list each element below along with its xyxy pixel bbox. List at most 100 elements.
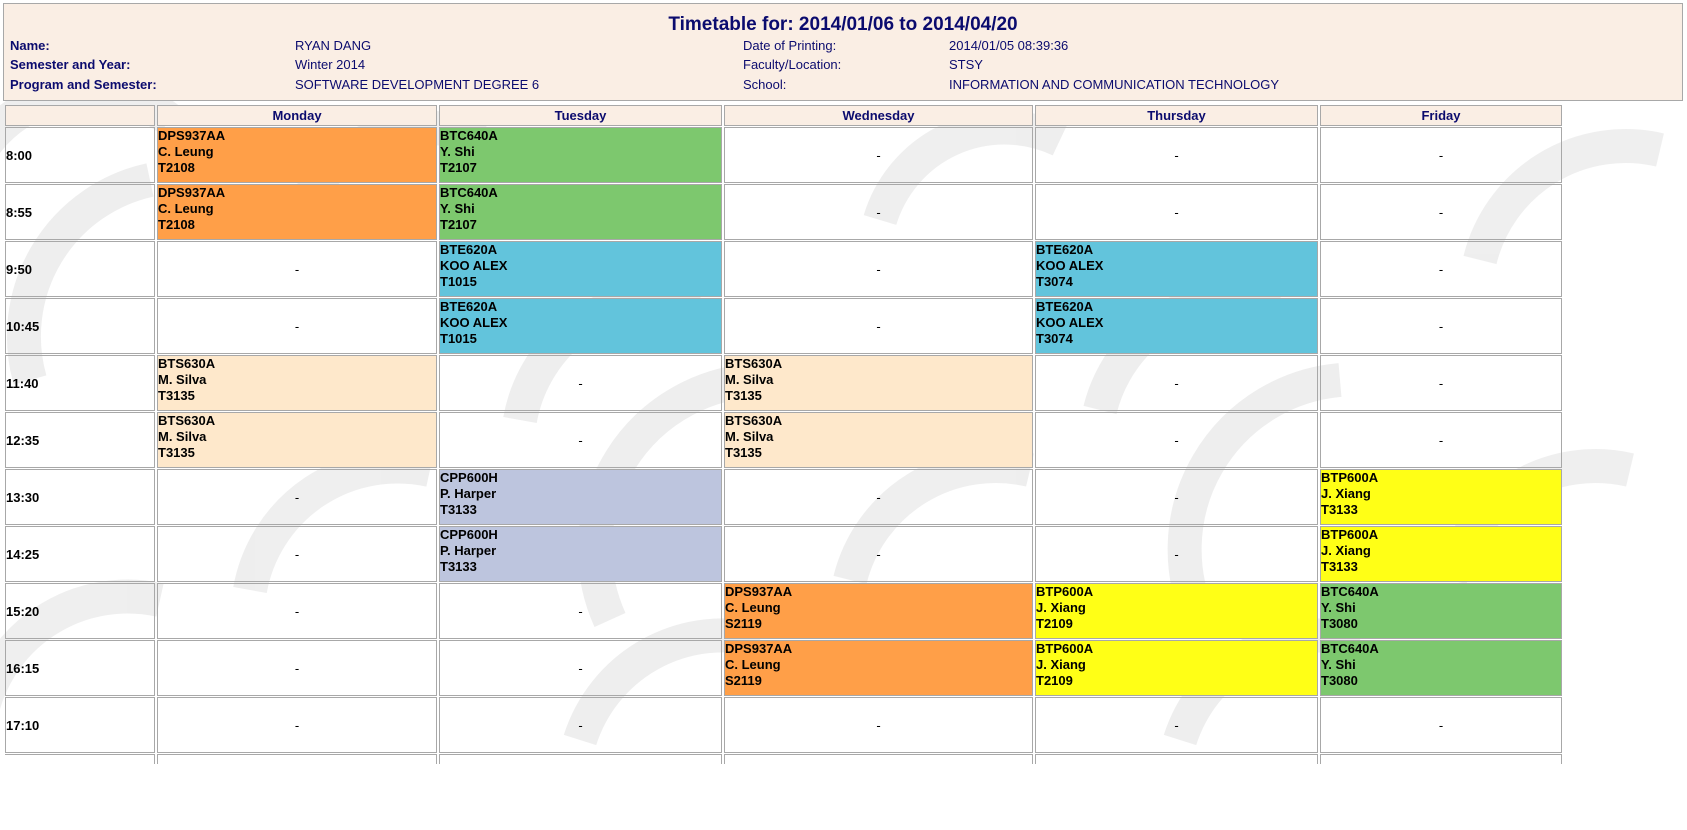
- empty-slot-thursday: -: [1035, 469, 1318, 525]
- semester-value: Winter 2014: [295, 57, 366, 72]
- class-block-tuesday[interactable]: CPP600H P. Harper T3133: [439, 469, 722, 525]
- instructor-name: J. Xiang: [1036, 657, 1086, 672]
- course-code: BTC640A: [1321, 641, 1379, 656]
- day-header-friday: Friday: [1320, 105, 1562, 126]
- time-slot-row: 16:15- - DPS937AA C. Leung S2119 BTP600A J. Xi…: [5, 640, 1562, 696]
- room-number: T3074: [1036, 331, 1073, 346]
- time-label: 8:55: [5, 184, 155, 240]
- course-code: BTS630A: [158, 413, 216, 428]
- empty-slot-monday: -: [157, 469, 437, 525]
- empty-slot-monday: -: [157, 583, 437, 639]
- course-code: CPP600H: [440, 470, 498, 485]
- class-block-friday[interactable]: BTP600A J. Xiang T3133: [1320, 526, 1562, 582]
- time-slot-row: 15:20- - DPS937AA C. Leung S2119 BTP600A J. Xi…: [5, 583, 1562, 639]
- empty-slot-monday: -: [157, 640, 437, 696]
- day-header-wednesday: Wednesday: [724, 105, 1033, 126]
- room-number: T2108: [158, 217, 195, 232]
- time-slot-row: 10:45- BTE620A KOO ALEX T1015- BTE620A KOO AL…: [5, 298, 1562, 354]
- class-block-friday[interactable]: BTC640A Y. Shi T3080: [1320, 583, 1562, 639]
- empty-slot-wednesday: -: [724, 241, 1033, 297]
- class-block-wednesday[interactable]: BTS630A M. Silva T3135: [724, 412, 1033, 468]
- time-label: 8:00: [5, 127, 155, 183]
- class-block-tuesday[interactable]: BTE620A KOO ALEX T1015: [439, 298, 722, 354]
- day-header-tuesday: Tuesday: [439, 105, 722, 126]
- class-block-tuesday[interactable]: CPP600H P. Harper T3133: [439, 526, 722, 582]
- time-slot-row: 13:30- CPP600H P. Harper T3133- - BTP600A J. X…: [5, 469, 1562, 525]
- instructor-name: C. Leung: [158, 144, 214, 159]
- class-block-friday[interactable]: BTC640A Y. Shi T3080: [1320, 640, 1562, 696]
- time-slot-row: 11:40 BTS630A M. Silva T3135- BTS630A M. Silv…: [5, 355, 1562, 411]
- empty-slot-friday: -: [1320, 355, 1562, 411]
- course-code: BTP600A: [1321, 470, 1379, 485]
- class-block-monday[interactable]: BTS630A M. Silva T3135: [157, 412, 437, 468]
- class-block-wednesday[interactable]: DPS937AA C. Leung S2119: [724, 583, 1033, 639]
- room-number: T3135: [725, 388, 762, 403]
- class-block-tuesday[interactable]: BTE620A KOO ALEX T1015: [439, 241, 722, 297]
- room-number: T3135: [158, 388, 195, 403]
- partial-cell: [439, 754, 722, 764]
- class-block-wednesday[interactable]: BTS630A M. Silva T3135: [724, 355, 1033, 411]
- course-code: DPS937AA: [158, 185, 226, 200]
- time-label: 13:30: [5, 469, 155, 525]
- instructor-name: P. Harper: [440, 543, 497, 558]
- class-block-thursday[interactable]: BTP600A J. Xiang T2109: [1035, 583, 1318, 639]
- empty-slot-friday: -: [1320, 412, 1562, 468]
- empty-slot-wednesday: -: [724, 298, 1033, 354]
- instructor-name: Y. Shi: [1321, 657, 1356, 672]
- time-label: 15:20: [5, 583, 155, 639]
- class-block-friday[interactable]: BTP600A J. Xiang T3133: [1320, 469, 1562, 525]
- class-block-tuesday[interactable]: BTC640A Y. Shi T2107: [439, 184, 722, 240]
- printing-value: 2014/01/05 08:39:36: [949, 38, 1069, 53]
- class-block-monday[interactable]: DPS937AA C. Leung T2108: [157, 127, 437, 183]
- empty-slot-friday: -: [1320, 241, 1562, 297]
- course-code: BTE620A: [440, 299, 498, 314]
- name-label: Name:: [10, 38, 50, 53]
- class-block-thursday[interactable]: BTE620A KOO ALEX T3074: [1035, 298, 1318, 354]
- empty-slot-thursday: -: [1035, 127, 1318, 183]
- class-block-wednesday[interactable]: DPS937AA C. Leung S2119: [724, 640, 1033, 696]
- partial-cell: [5, 754, 155, 764]
- page-title: Timetable for: 2014/01/06 to 2014/04/20: [668, 14, 1018, 35]
- room-number: T1015: [440, 274, 477, 289]
- time-slot-row: 8:55 DPS937AA C. Leung T2108 BTC640A Y. Shi T2…: [5, 184, 1562, 240]
- course-code: BTS630A: [725, 413, 783, 428]
- timetable-header: Timetable for: 2014/01/06 to 2014/04/20 …: [3, 3, 1683, 101]
- class-block-thursday[interactable]: BTE620A KOO ALEX T3074: [1035, 241, 1318, 297]
- instructor-name: M. Silva: [158, 372, 207, 387]
- room-number: S2119: [725, 616, 762, 631]
- time-label: 17:10: [5, 697, 155, 753]
- class-block-monday[interactable]: DPS937AA C. Leung T2108: [157, 184, 437, 240]
- class-block-thursday[interactable]: BTP600A J. Xiang T2109: [1035, 640, 1318, 696]
- instructor-name: M. Silva: [725, 372, 774, 387]
- instructor-name: KOO ALEX: [440, 258, 508, 273]
- room-number: T2109: [1036, 673, 1073, 688]
- class-block-monday[interactable]: BTS630A M. Silva T3135: [157, 355, 437, 411]
- empty-slot-wednesday: -: [724, 697, 1033, 753]
- room-number: T2107: [440, 217, 477, 232]
- class-block-tuesday[interactable]: BTC640A Y. Shi T2107: [439, 127, 722, 183]
- instructor-name: J. Xiang: [1321, 486, 1371, 501]
- course-code: BTC640A: [440, 128, 498, 143]
- empty-slot-wednesday: -: [724, 469, 1033, 525]
- empty-slot-friday: -: [1320, 298, 1562, 354]
- room-number: S2119: [725, 673, 762, 688]
- instructor-name: KOO ALEX: [440, 315, 508, 330]
- day-header-row: Monday Tuesday Wednesday Thursday Friday: [5, 105, 1562, 126]
- course-code: BTC640A: [1321, 584, 1379, 599]
- time-label: 14:25: [5, 526, 155, 582]
- room-number: T2109: [1036, 616, 1073, 631]
- instructor-name: C. Leung: [158, 201, 214, 216]
- school-label: School:: [743, 77, 787, 92]
- course-code: BTS630A: [725, 356, 783, 371]
- empty-slot-thursday: -: [1035, 697, 1318, 753]
- time-slot-row: 12:35 BTS630A M. Silva T3135- BTS630A M. Silv…: [5, 412, 1562, 468]
- instructor-name: M. Silva: [158, 429, 207, 444]
- room-number: T3080: [1321, 673, 1358, 688]
- room-number: T3135: [158, 445, 195, 460]
- timetable-grid: Monday Tuesday Wednesday Thursday Friday…: [3, 104, 1564, 765]
- room-number: T3080: [1321, 616, 1358, 631]
- partial-cell: [724, 754, 1033, 764]
- room-number: T2108: [158, 160, 195, 175]
- faculty-label: Faculty/Location:: [743, 57, 842, 72]
- instructor-name: Y. Shi: [1321, 600, 1356, 615]
